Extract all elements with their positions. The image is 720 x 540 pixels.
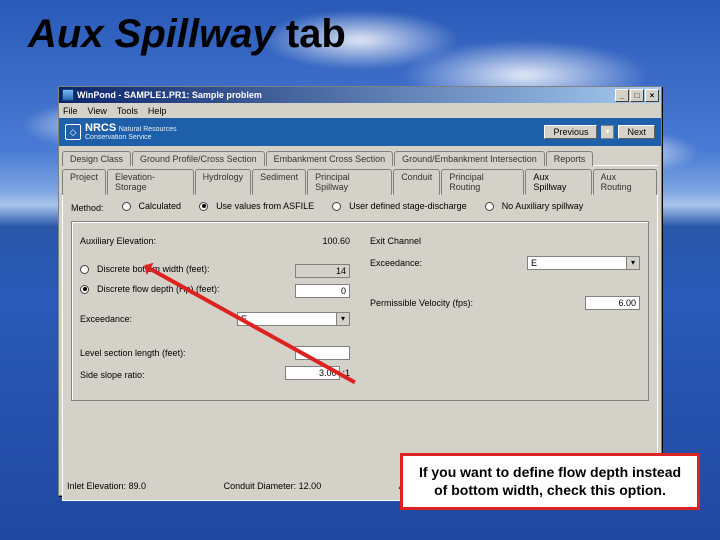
menu-help[interactable]: Help [148, 106, 167, 116]
flow-depth-field[interactable]: 0 [295, 284, 350, 298]
tab-aux-routing[interactable]: Aux Routing [593, 169, 657, 195]
exit-channel-label: Exit Channel [370, 236, 421, 246]
chevron-down-icon[interactable]: ▾ [337, 312, 350, 326]
radio-asfile-label: Use values from ASFILE [216, 201, 314, 211]
app-window: WinPond - SAMPLE1.PR1: Sample problem _ … [58, 86, 662, 496]
aux-elev-label: Auxiliary Elevation: [80, 236, 156, 246]
app-icon [62, 89, 74, 101]
tab-elevation-storage[interactable]: Elevation-Storage [107, 169, 194, 195]
tab-aux-spillway[interactable]: Aux Spillway [525, 169, 591, 195]
perm-velocity-label: Permissible Velocity (fps): [370, 298, 473, 308]
radio-user-defined[interactable] [332, 202, 341, 211]
minimize-button[interactable]: _ [615, 89, 629, 102]
org-banner: ◇ NRCS Natural Resources Conservation Se… [59, 118, 661, 146]
next-button[interactable]: Next [618, 125, 655, 139]
bottom-width-field[interactable]: 14 [295, 264, 350, 278]
nrcs-line2: Conservation Service [85, 134, 177, 141]
radio-calculated[interactable] [122, 202, 131, 211]
nrcs-name: NRCS [85, 122, 116, 134]
radio-flow-depth-label: Discrete flow depth (Hp) (feet): [97, 284, 220, 294]
tab-principal-routing[interactable]: Principal Routing [441, 169, 524, 195]
close-button[interactable]: × [645, 89, 659, 102]
radio-asfile[interactable] [199, 202, 208, 211]
aux-group: Auxiliary Elevation: 100.60 Discrete bot… [71, 221, 649, 401]
chevron-down-icon[interactable]: ▾ [627, 256, 640, 270]
tab-design-class[interactable]: Design Class [62, 151, 131, 166]
slide-title: Aux Spillway tab [28, 12, 346, 57]
exceedance-right-select[interactable]: E [527, 256, 627, 270]
radio-flow-depth[interactable] [80, 285, 89, 294]
nav-dropdown-arrow[interactable]: ▾ [601, 125, 614, 139]
callout-box: If you want to define flow depth instead… [400, 453, 700, 510]
radio-bottom-width[interactable] [80, 265, 89, 274]
tab-principal-spillway[interactable]: Principal Spillway [307, 169, 392, 195]
window-title: WinPond - SAMPLE1.PR1: Sample problem [77, 90, 262, 100]
menu-tools[interactable]: Tools [117, 106, 138, 116]
titlebar[interactable]: WinPond - SAMPLE1.PR1: Sample problem _ … [59, 87, 661, 103]
exceedance-right-label: Exceedance: [370, 258, 422, 268]
status-conduit-diam: Conduit Diameter: 12.00 [224, 481, 322, 491]
side-slope-label: Side slope ratio: [80, 370, 145, 380]
level-section-label: Level section length (feet): [80, 348, 186, 358]
tab-row-top: Design Class Ground Profile/Cross Sectio… [62, 148, 658, 166]
tab-hydrology[interactable]: Hydrology [195, 169, 252, 195]
maximize-button[interactable]: □ [630, 89, 644, 102]
tab-reports[interactable]: Reports [546, 151, 594, 166]
tab-ground-embankment[interactable]: Ground/Embankment Intersection [394, 151, 545, 166]
perm-velocity-field[interactable]: 6.00 [585, 296, 640, 310]
aux-elev-value: 100.60 [290, 236, 350, 246]
exceedance-left-label: Exceedance: [80, 314, 132, 324]
radio-calculated-label: Calculated [139, 201, 182, 211]
method-label: Method: [71, 203, 104, 213]
radio-no-aux[interactable] [485, 202, 494, 211]
tab-project[interactable]: Project [62, 169, 106, 195]
tab-embankment-cross[interactable]: Embankment Cross Section [266, 151, 394, 166]
nrcs-logo-icon: ◇ [65, 124, 81, 140]
menu-file[interactable]: File [63, 106, 78, 116]
menu-view[interactable]: View [88, 106, 107, 116]
menu-bar: File View Tools Help [59, 103, 661, 118]
radio-user-defined-label: User defined stage-discharge [349, 201, 467, 211]
radio-no-aux-label: No Auxiliary spillway [502, 201, 584, 211]
tab-sediment[interactable]: Sediment [252, 169, 306, 195]
previous-button[interactable]: Previous [544, 125, 597, 139]
tab-ground-profile[interactable]: Ground Profile/Cross Section [132, 151, 265, 166]
tab-row-bottom: Project Elevation-Storage Hydrology Sedi… [62, 166, 658, 195]
status-inlet-elev: Inlet Elevation: 89.0 [67, 481, 146, 491]
tab-conduit[interactable]: Conduit [393, 169, 440, 195]
nrcs-line1: Natural Resources [119, 126, 177, 133]
slide-title-italic: Aux Spillway [28, 12, 275, 56]
slide-title-rest: tab [275, 12, 346, 56]
